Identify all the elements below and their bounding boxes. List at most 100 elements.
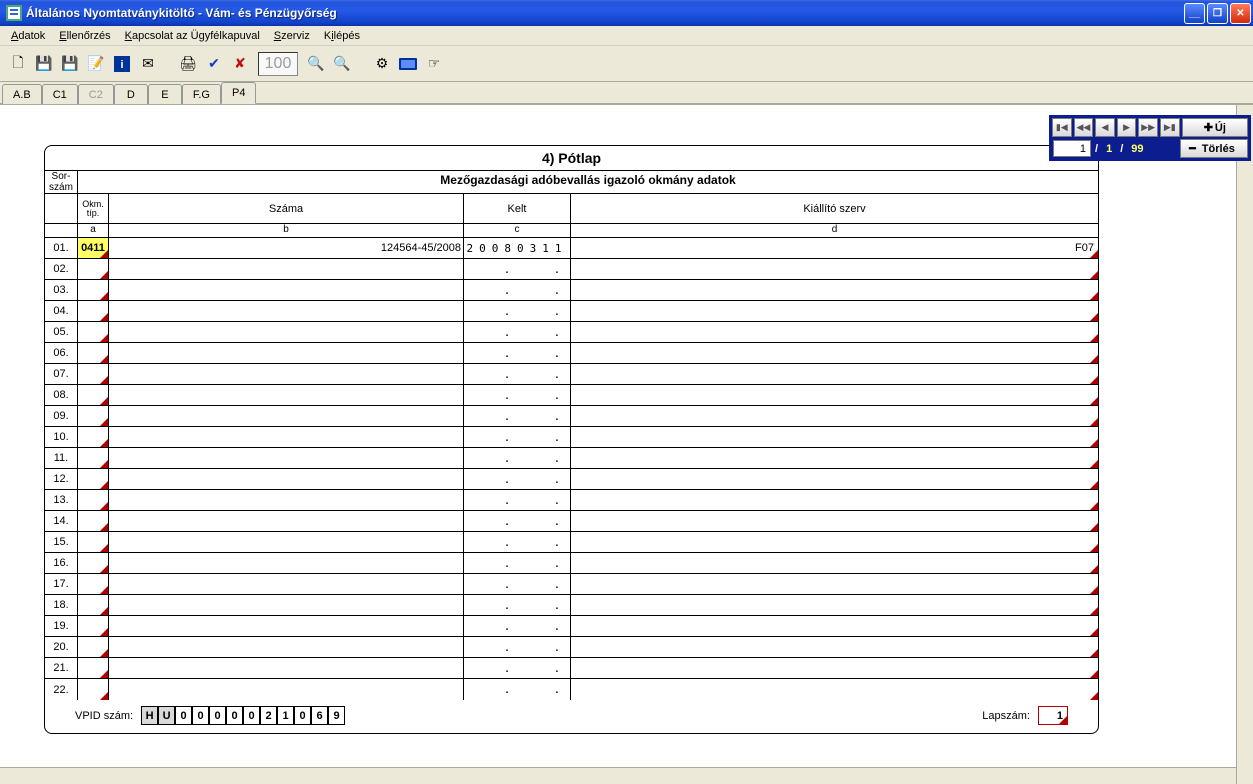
cell-kiallito[interactable] (571, 490, 1098, 510)
cell-szama[interactable] (109, 532, 464, 552)
cell-szama[interactable] (109, 385, 464, 405)
cell-kiallito[interactable] (571, 322, 1098, 342)
cell-kiallito[interactable]: F07 (571, 238, 1098, 258)
cell-szama[interactable] (109, 511, 464, 531)
cell-kelt[interactable]: 20080311 (464, 238, 571, 258)
tab-fg[interactable]: F.G (182, 84, 221, 104)
vpid-char[interactable]: 0 (294, 706, 311, 725)
cell-szama[interactable] (109, 343, 464, 363)
cell-okm-tip[interactable] (78, 637, 109, 657)
cell-szama[interactable] (109, 553, 464, 573)
cell-okm-tip[interactable] (78, 490, 109, 510)
save-as-icon[interactable]: 💾 (58, 52, 82, 76)
cell-okm-tip[interactable] (78, 259, 109, 279)
vpid-char[interactable]: 0 (226, 706, 243, 725)
cell-szama[interactable] (109, 574, 464, 594)
cell-kelt[interactable]: . . (464, 343, 571, 363)
cell-szama[interactable] (109, 259, 464, 279)
nav-delete-button[interactable]: ━ Törlés (1180, 139, 1248, 158)
cell-szama[interactable] (109, 595, 464, 615)
cell-kiallito[interactable] (571, 658, 1098, 678)
vpid-char[interactable]: 0 (209, 706, 226, 725)
cell-okm-tip[interactable] (78, 658, 109, 678)
zoom-in-icon[interactable]: 🔍 (330, 52, 354, 76)
cell-kelt[interactable]: . . (464, 574, 571, 594)
cell-okm-tip[interactable] (78, 343, 109, 363)
minimize-button[interactable]: __ (1184, 3, 1205, 24)
tab-c2[interactable]: C2 (78, 84, 114, 104)
horizontal-scrollbar[interactable] (0, 767, 1236, 784)
zoom-input[interactable] (258, 52, 298, 76)
restore-button[interactable]: ❐ (1207, 3, 1228, 24)
cell-kelt[interactable]: . . (464, 469, 571, 489)
cell-kelt[interactable]: . . (464, 658, 571, 678)
cell-okm-tip[interactable] (78, 448, 109, 468)
check-icon[interactable]: ✔ (202, 52, 226, 76)
cell-kiallito[interactable] (571, 301, 1098, 321)
cell-kiallito[interactable] (571, 469, 1098, 489)
nav-fastback-icon[interactable]: ◀◀ (1074, 118, 1094, 137)
vpid-char[interactable]: 1 (277, 706, 294, 725)
vpid-char[interactable]: U (158, 706, 175, 725)
tab-c1[interactable]: C1 (42, 84, 78, 104)
vpid-char[interactable]: 9 (328, 706, 345, 725)
lapszam-value[interactable]: 1 (1038, 706, 1068, 725)
tab-p4[interactable]: P4 (221, 82, 256, 104)
menu-ellenorzes[interactable]: Ellenőrzés (52, 28, 117, 44)
cell-szama[interactable] (109, 658, 464, 678)
cell-szama[interactable] (109, 280, 464, 300)
delete-icon[interactable]: ✘ (228, 52, 252, 76)
cell-szama[interactable] (109, 469, 464, 489)
cell-kelt[interactable]: . . (464, 427, 571, 447)
cell-kelt[interactable]: . . (464, 364, 571, 384)
cell-kelt[interactable]: . . (464, 259, 571, 279)
cell-szama[interactable] (109, 637, 464, 657)
cell-kelt[interactable]: . . (464, 553, 571, 573)
cell-okm-tip[interactable] (78, 385, 109, 405)
tool1-icon[interactable]: ⚙ (370, 52, 394, 76)
tool2-icon[interactable] (396, 52, 420, 76)
cell-kiallito[interactable] (571, 532, 1098, 552)
edit-icon[interactable]: 📝 (84, 52, 108, 76)
vertical-scrollbar[interactable] (1236, 105, 1253, 784)
cell-okm-tip[interactable] (78, 574, 109, 594)
cell-okm-tip[interactable] (78, 301, 109, 321)
cell-okm-tip[interactable] (78, 511, 109, 531)
close-button[interactable]: ✕ (1230, 3, 1251, 24)
cell-kiallito[interactable] (571, 553, 1098, 573)
nav-last-icon[interactable]: ▶▮ (1160, 118, 1180, 137)
cell-kiallito[interactable] (571, 448, 1098, 468)
cell-kiallito[interactable] (571, 280, 1098, 300)
cell-kelt[interactable]: . . (464, 679, 571, 700)
cell-kelt[interactable]: . . (464, 385, 571, 405)
cell-okm-tip[interactable] (78, 679, 109, 700)
cell-szama[interactable] (109, 427, 464, 447)
cell-szama[interactable] (109, 322, 464, 342)
menu-kilepes[interactable]: Kilépés (317, 28, 367, 44)
cell-kiallito[interactable] (571, 343, 1098, 363)
nav-prev-icon[interactable]: ◀ (1095, 118, 1115, 137)
cell-kelt[interactable]: . . (464, 511, 571, 531)
cell-kiallito[interactable] (571, 679, 1098, 700)
cell-okm-tip[interactable]: 0411 (78, 238, 109, 258)
pointer-icon[interactable]: ☞ (422, 52, 446, 76)
cell-kiallito[interactable] (571, 259, 1098, 279)
cell-szama[interactable] (109, 616, 464, 636)
cell-kiallito[interactable] (571, 427, 1098, 447)
cell-kiallito[interactable] (571, 364, 1098, 384)
nav-page-input[interactable] (1053, 140, 1091, 157)
cell-okm-tip[interactable] (78, 406, 109, 426)
cell-kelt[interactable]: . . (464, 448, 571, 468)
cell-okm-tip[interactable] (78, 553, 109, 573)
cell-okm-tip[interactable] (78, 469, 109, 489)
cell-kelt[interactable]: . . (464, 532, 571, 552)
cell-kelt[interactable]: . . (464, 322, 571, 342)
nav-next-icon[interactable]: ▶ (1117, 118, 1137, 137)
vpid-char[interactable]: 2 (260, 706, 277, 725)
cell-okm-tip[interactable] (78, 595, 109, 615)
cell-okm-tip[interactable] (78, 427, 109, 447)
save-icon[interactable]: 💾 (32, 52, 56, 76)
cell-okm-tip[interactable] (78, 532, 109, 552)
info-icon[interactable]: i (110, 52, 134, 76)
cell-kiallito[interactable] (571, 511, 1098, 531)
